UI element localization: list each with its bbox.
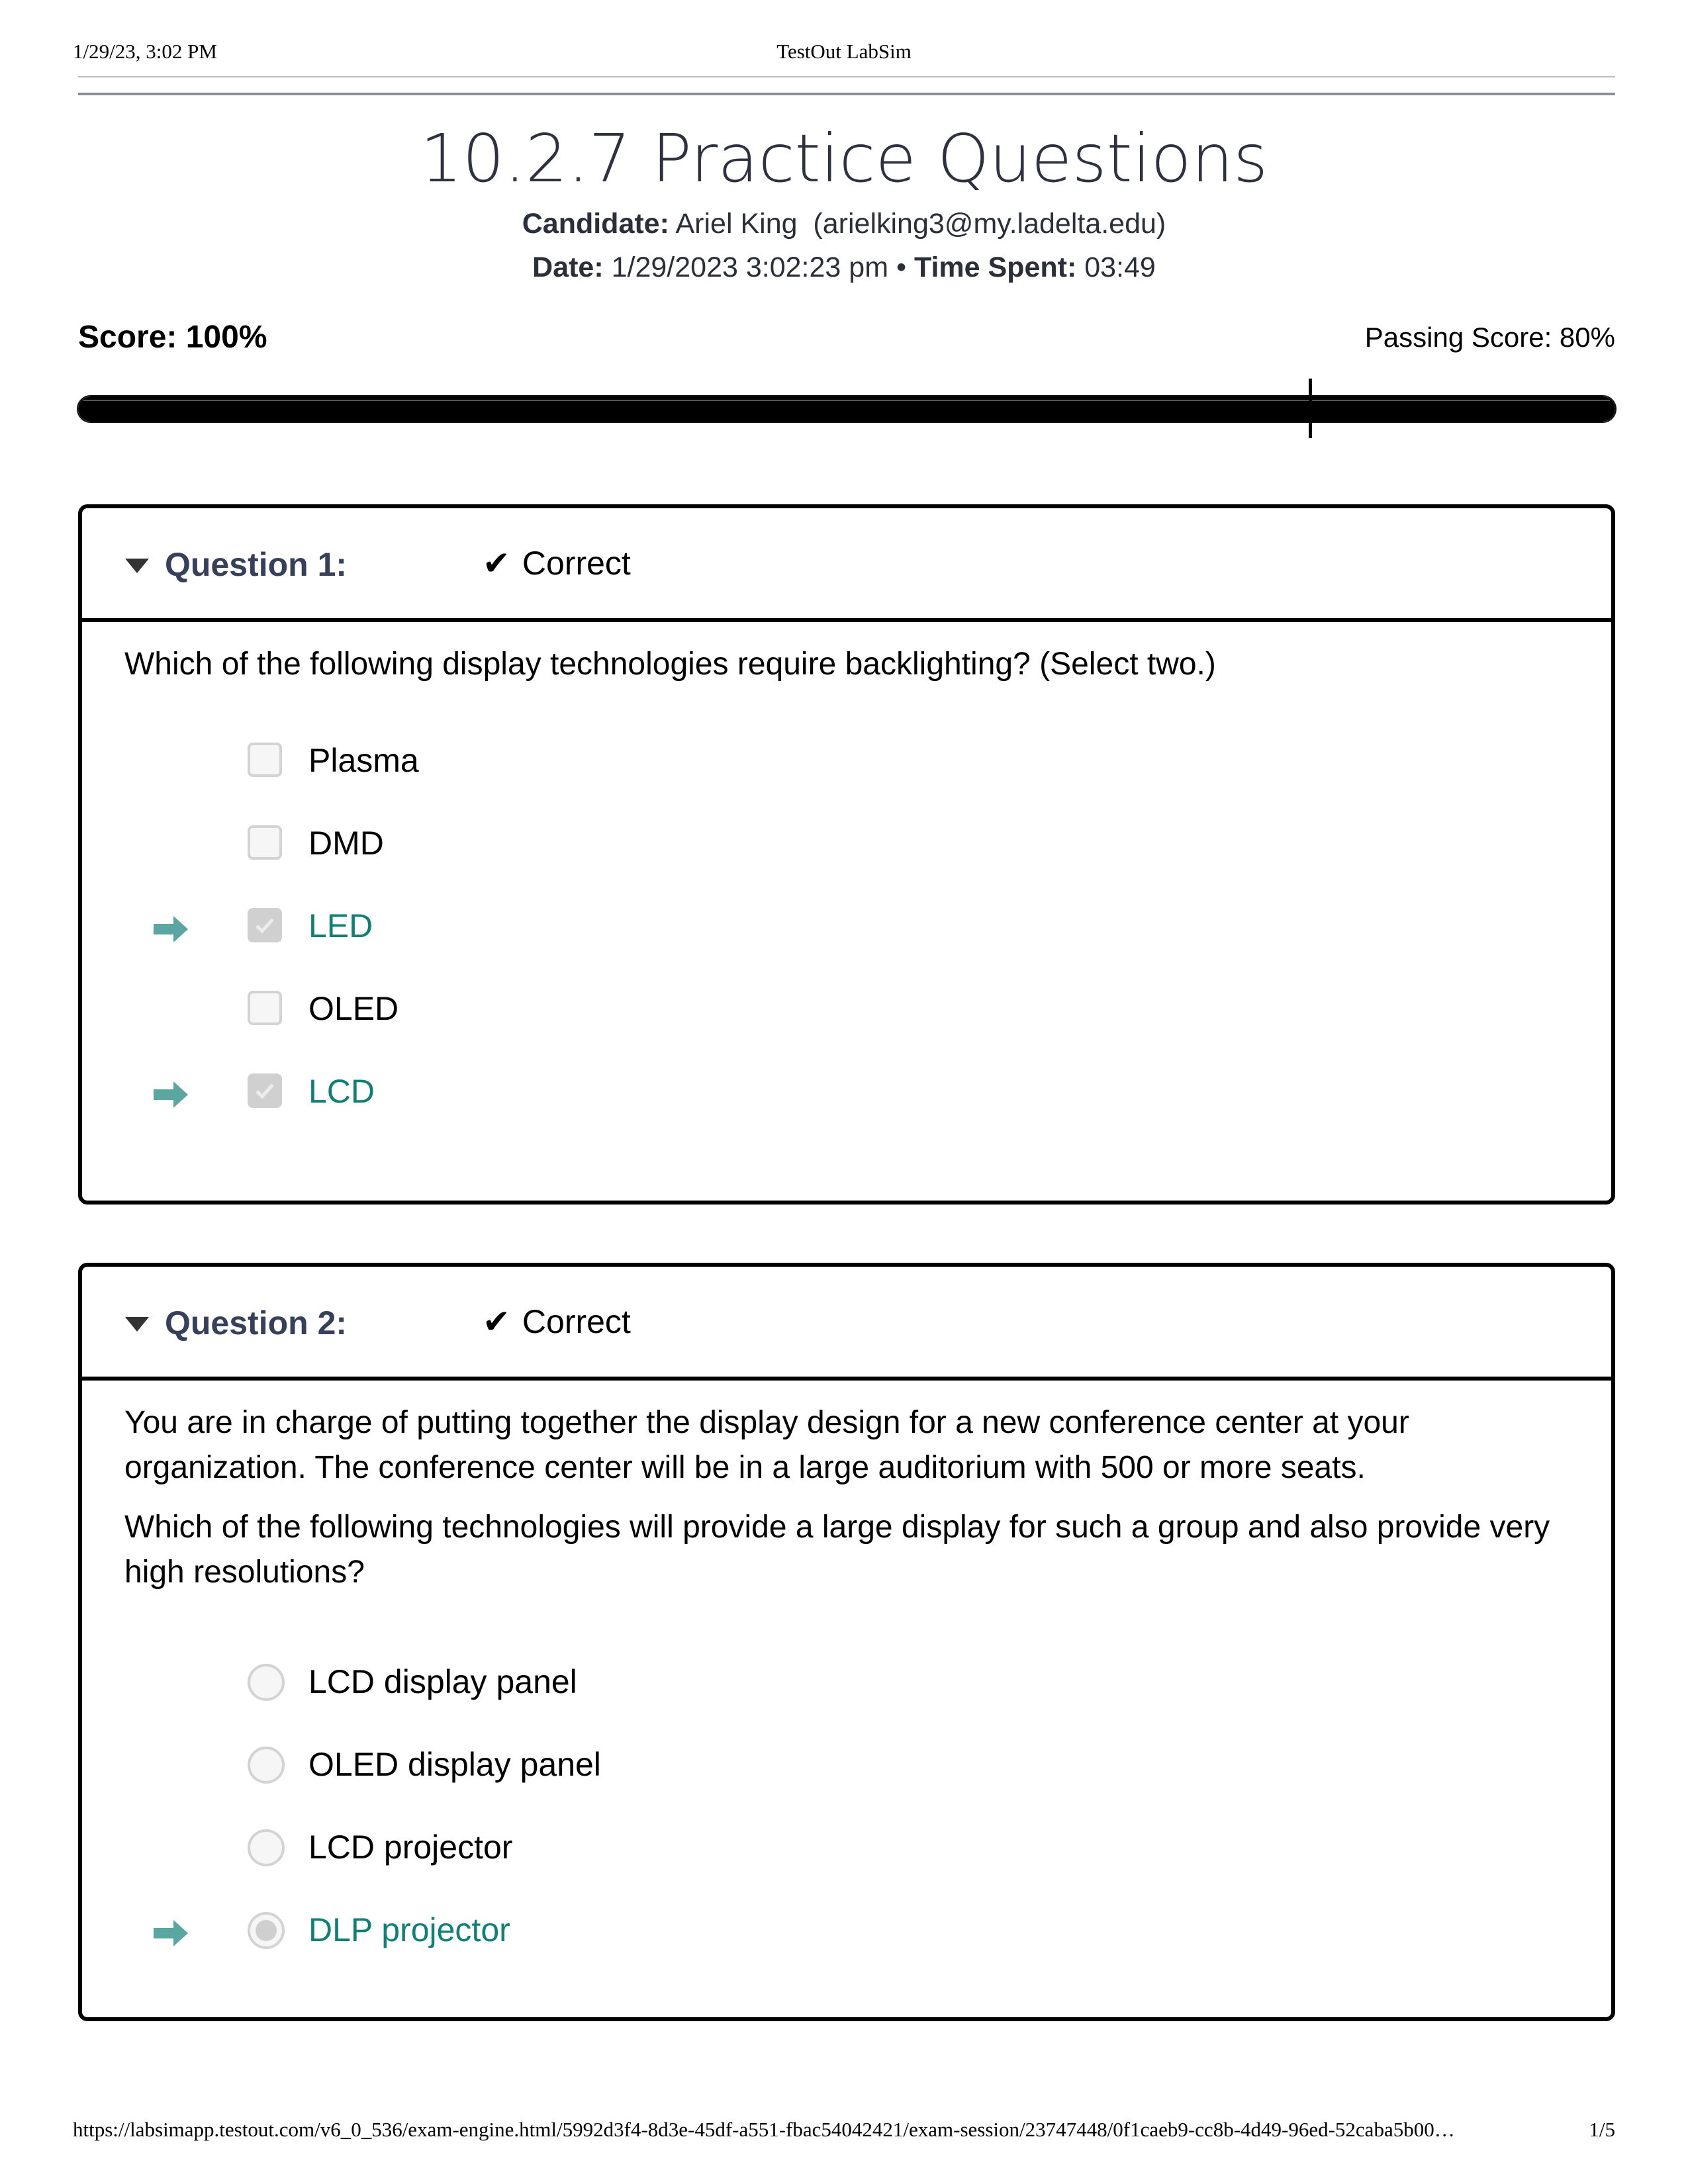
date-label: Date:	[532, 251, 604, 283]
checkbox[interactable]	[248, 991, 282, 1025]
answer-option[interactable]: LCD	[124, 1064, 1569, 1147]
question-status: ✔ Correct	[483, 544, 631, 582]
question-body: Which of the following display technolog…	[82, 622, 1611, 1147]
time-spent-label: Time Spent:	[914, 251, 1077, 283]
checkmark-icon	[256, 1083, 274, 1099]
question-panel-2: Question 2: ✔ Correct You are in charge o…	[78, 1263, 1615, 2021]
passing-score-label: Passing Score: 80%	[1364, 322, 1615, 353]
time-spent-value: 03:49	[1076, 251, 1156, 283]
question-status: ✔ Correct	[483, 1302, 631, 1341]
score-progress-fill	[78, 396, 1615, 422]
score-row: Score: 100% Passing Score: 80%	[78, 319, 1615, 359]
checkbox[interactable]	[248, 825, 282, 860]
page-title: 10.2.7 Practice Questions	[420, 120, 1268, 197]
option-label: OLED display panel	[308, 1746, 601, 1783]
answer-options: Plasma DMD LED OLED LCD	[124, 733, 1569, 1147]
header-divider	[78, 76, 1615, 77]
correct-answer-arrow-icon	[154, 1081, 188, 1108]
option-label: DLP projector	[308, 1911, 510, 1948]
status-text: Correct	[522, 545, 631, 582]
checkbox[interactable]	[248, 908, 282, 942]
question-text: Which of the following display technolog…	[124, 647, 1216, 682]
candidate-label: Candidate:	[522, 208, 669, 240]
answer-option[interactable]: OLED	[124, 981, 1569, 1064]
print-header: 1/29/23, 3:02 PM TestOut LabSim	[73, 40, 1615, 66]
radio-button[interactable]	[248, 1664, 285, 1701]
answer-option[interactable]: DMD	[124, 816, 1569, 899]
option-label: LCD display panel	[308, 1663, 577, 1700]
radio-button[interactable]	[248, 1829, 285, 1866]
checkmark-icon: ✔	[483, 544, 510, 582]
option-label: Plasma	[308, 742, 419, 779]
question-number: Question 2:	[165, 1304, 348, 1342]
score-label: Score: 100%	[78, 320, 267, 355]
radio-button[interactable]	[248, 1747, 285, 1784]
checkbox[interactable]	[248, 743, 282, 777]
checkmark-icon	[256, 918, 274, 934]
answer-option[interactable]: Plasma	[124, 733, 1569, 816]
date-value: 1/29/2023 3:02:23 pm •	[603, 251, 914, 283]
checkbox[interactable]	[248, 1073, 282, 1108]
question-body: You are in charge of putting together th…	[82, 1381, 1611, 1985]
checkmark-icon: ✔	[483, 1302, 510, 1341]
caret-down-icon[interactable]	[125, 559, 149, 573]
page-number: 1/5	[1589, 2118, 1615, 2141]
question-number: Question 1:	[165, 546, 348, 583]
correct-answer-arrow-icon	[154, 1920, 188, 1946]
radio-button[interactable]	[248, 1912, 285, 1949]
option-label: OLED	[308, 990, 399, 1027]
print-page-title: TestOut LabSim	[776, 40, 912, 63]
page-url: https://labsimapp.testout.com/v6_0_536/e…	[73, 2118, 1455, 2141]
correct-answer-arrow-icon	[154, 916, 188, 942]
question-header[interactable]: Question 2: ✔ Correct	[82, 1267, 1611, 1381]
candidate-line: Candidate: Ariel King (arielking3@my.lad…	[0, 202, 1688, 246]
option-label: LED	[308, 907, 373, 944]
option-label: DMD	[308, 825, 384, 862]
question-header[interactable]: Question 1: ✔ Correct	[82, 508, 1611, 622]
answer-option[interactable]: LED	[124, 899, 1569, 981]
question-panel-1: Question 1: ✔ Correct Which of the follow…	[78, 504, 1615, 1205]
answer-option[interactable]: LCD display panel	[124, 1655, 1569, 1737]
question-text: You are in charge of putting together th…	[124, 1405, 1409, 1485]
passing-score-marker	[1308, 379, 1312, 438]
date-line: Date: 1/29/2023 3:02:23 pm • Time Spent:…	[0, 246, 1688, 289]
header-divider-thick	[78, 93, 1615, 95]
option-label: LCD projector	[308, 1829, 513, 1866]
score-progress-bar	[77, 395, 1617, 423]
question-text: Which of the following technologies will…	[124, 1510, 1550, 1590]
answer-option[interactable]: OLED display panel	[124, 1737, 1569, 1820]
answer-option[interactable]: LCD projector	[124, 1820, 1569, 1903]
title-block: 10.2.7 Practice Questions Candidate: Ari…	[0, 116, 1688, 289]
answer-option[interactable]: DLP projector	[124, 1903, 1569, 1985]
candidate-value: Ariel King (arielking3@my.ladelta.edu)	[669, 208, 1166, 240]
option-label: LCD	[308, 1073, 375, 1110]
answer-options: LCD display panel OLED display panel LCD p…	[124, 1655, 1569, 1985]
status-text: Correct	[522, 1303, 631, 1340]
caret-down-icon[interactable]	[125, 1317, 149, 1332]
